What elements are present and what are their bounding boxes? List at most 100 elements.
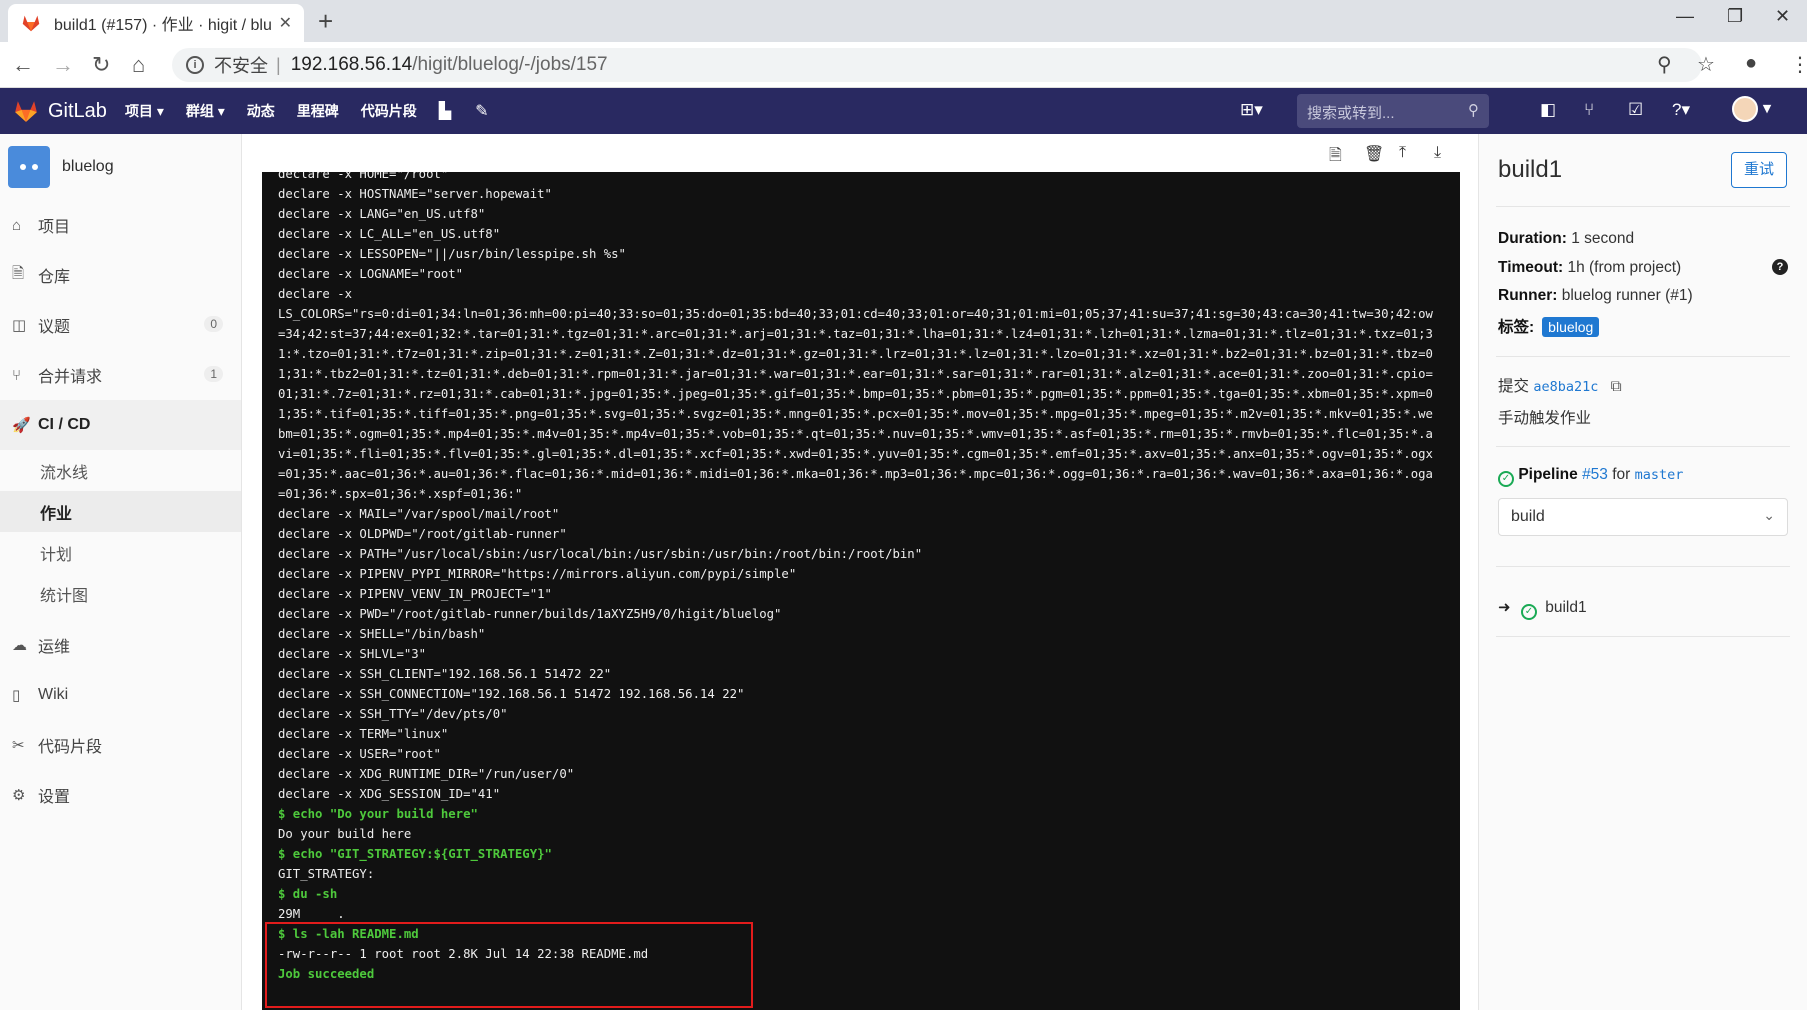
sidebar-item-settings[interactable]: ⚙ 设置 <box>0 770 241 820</box>
url-separator: | <box>276 54 281 75</box>
user-avatar[interactable]: ▾ <box>1732 96 1771 122</box>
log-line: declare -x SHELL="/bin/bash" <box>278 627 486 641</box>
job-list-item[interactable]: ➜ ✓ build1 <box>1498 598 1587 620</box>
log-line: $ echo "Do your build here" <box>278 807 478 821</box>
global-search-input[interactable]: 搜索或转到... ⚲ <box>1297 94 1489 128</box>
forward-icon[interactable]: → <box>52 52 74 78</box>
log-line: =01;36:*.spx=01;36:*.xspf=01;36:" <box>278 487 523 501</box>
bookmark-star-icon[interactable]: ☆ <box>1697 52 1715 77</box>
chart-icon[interactable]: ▙ <box>439 101 451 121</box>
commit-sha-link[interactable]: ae8ba21c <box>1533 379 1598 395</box>
nav-groups[interactable]: 群组 ▾ <box>186 101 225 121</box>
timeout-help-icon[interactable]: ? <box>1772 259 1788 275</box>
new-tab-icon[interactable]: + <box>318 6 333 37</box>
profile-icon[interactable]: ● <box>1745 52 1757 75</box>
raw-log-icon[interactable]: 🗎 <box>1329 144 1342 171</box>
runner-value: bluelog runner (#1) <box>1561 287 1693 304</box>
zoom-icon[interactable]: ⚲ <box>1657 52 1672 77</box>
sidebar-sub-charts[interactable]: 统计图 <box>0 573 241 614</box>
erase-log-icon[interactable]: 🗑 <box>1364 144 1384 164</box>
timeout-value: 1h (from project) <box>1567 259 1682 276</box>
search-icon: ⚲ <box>1468 102 1479 119</box>
log-line: $ echo "GIT_STRATEGY:${GIT_STRATEGY}" <box>278 847 552 861</box>
log-line: declare -x PWD="/root/gitlab-runner/buil… <box>278 607 782 621</box>
job-log-output: declare -x HOME="/root" declare -x HOSTNA… <box>262 172 1460 1010</box>
log-line: GIT_STRATEGY: <box>278 867 375 881</box>
project-name: bluelog <box>62 158 114 175</box>
log-line: declare -x LANG="en_US.utf8" <box>278 207 486 221</box>
stage-dropdown[interactable]: build ⌄ <box>1498 498 1788 536</box>
sidebar-item-project[interactable]: ⌂ 项目 <box>0 200 241 250</box>
commit-label: 提交 <box>1498 378 1530 395</box>
log-line: 29M . <box>278 907 345 921</box>
divider <box>1496 206 1790 207</box>
issues-todo-icon[interactable]: ☑ <box>1628 100 1643 120</box>
url-path: /higit/bluelog/-/jobs/157 <box>412 54 608 75</box>
merge-requests-icon[interactable]: ⑂ <box>1584 100 1594 120</box>
scroll-top-icon[interactable]: ⤒ <box>1399 144 1406 162</box>
branch-link[interactable]: master <box>1635 467 1684 483</box>
cloud-icon: ☁ <box>12 637 27 654</box>
retry-button[interactable]: 重试 <box>1731 152 1787 188</box>
pipeline-label: Pipeline <box>1518 466 1578 483</box>
gitlab-brand: GitLab <box>48 99 107 122</box>
log-line: =01;35:*.aac=01;36:*.au=01;36:*.flac=01;… <box>278 467 1433 481</box>
log-line: declare -x SSH_TTY="/dev/pts/0" <box>278 707 508 721</box>
duration-label: Duration: <box>1498 230 1567 247</box>
log-line: declare -x LC_ALL="en_US.utf8" <box>278 227 501 241</box>
maximize-icon[interactable]: ❐ <box>1727 6 1743 27</box>
todos-icon[interactable]: ◧ <box>1540 100 1556 120</box>
scissors-icon: ✂ <box>12 737 25 754</box>
url-input[interactable]: i 不安全 | 192.168.56.14 /higit/bluelog/-/j… <box>172 48 1702 82</box>
sidebar-sub-schedules[interactable]: 计划 <box>0 532 241 573</box>
log-line: declare -x MAIL="/var/spool/mail/root" <box>278 507 560 521</box>
log-line: declare -x LESSOPEN="||/usr/bin/lesspipe… <box>278 247 626 261</box>
site-info-icon[interactable]: i <box>186 56 204 74</box>
success-status-icon: ✓ <box>1520 604 1537 620</box>
nav-milestones[interactable]: 里程碑 <box>297 101 339 121</box>
gitlab-home-link[interactable]: GitLab <box>12 98 107 124</box>
rocket-icon: 🚀 <box>12 417 31 434</box>
wrench-icon[interactable]: ✎ <box>475 101 488 121</box>
gear-icon: ⚙ <box>12 787 26 804</box>
scroll-bottom-icon[interactable]: ⤓ <box>1434 144 1441 162</box>
sidebar-item-snippets[interactable]: ✂ 代码片段 <box>0 720 241 770</box>
close-tab-icon[interactable]: ✕ <box>279 13 292 33</box>
divider <box>1496 636 1790 637</box>
browser-menu-icon[interactable]: ⋮ <box>1790 52 1807 77</box>
back-icon[interactable]: ← <box>12 52 34 78</box>
sidebar-item-issues[interactable]: ◫ 议题 0 <box>0 300 241 350</box>
copy-icon[interactable]: ⧉ <box>1611 378 1622 395</box>
browser-tab[interactable]: build1 (#157) · 作业 · higit / blu ✕ <box>8 4 304 42</box>
sidebar-item-label: 代码片段 <box>38 739 103 756</box>
log-line: Do your build here <box>278 827 412 841</box>
log-line: 1:*.tzo=01;31:*.t7z=01;31:*.zip=01;31:*.… <box>278 347 1433 361</box>
help-icon[interactable]: ?▾ <box>1672 100 1690 120</box>
minimize-icon[interactable]: — <box>1676 6 1694 27</box>
sidebar-item-merge-requests[interactable]: ⑂ 合并请求 1 <box>0 350 241 400</box>
new-dropdown-icon[interactable]: ⊞▾ <box>1240 100 1263 120</box>
sidebar-sub-jobs[interactable]: 作业 <box>0 491 241 532</box>
sidebar-item-repository[interactable]: 🗎 仓库 <box>0 250 241 300</box>
pipeline-link[interactable]: #53 <box>1582 466 1608 483</box>
nav-projects[interactable]: 项目 ▾ <box>125 101 164 121</box>
log-line: declare -x OLDPWD="/root/gitlab-runner" <box>278 527 567 541</box>
nav-snippets[interactable]: 代码片段 <box>361 101 417 121</box>
sidebar-project-header[interactable]: bluelog <box>0 134 241 200</box>
reload-icon[interactable]: ↻ <box>92 52 110 78</box>
close-window-icon[interactable]: ✕ <box>1775 6 1790 27</box>
sidebar-item-label: 项目 <box>38 219 71 236</box>
home-icon[interactable]: ⌂ <box>132 52 145 78</box>
commit-row: 提交 ae8ba21c ⧉ <box>1498 374 1622 396</box>
sidebar-sub-pipelines[interactable]: 流水线 <box>0 450 241 491</box>
log-line: declare -x HOME="/root" <box>278 172 449 181</box>
log-line: 1;35:*.tif=01;35:*.tiff=01;35:*.png=01;3… <box>278 407 1433 421</box>
arrow-right-icon: ➜ <box>1498 599 1511 616</box>
sidebar-item-wiki[interactable]: ▯ Wiki <box>0 670 241 720</box>
nav-activity[interactable]: 动态 <box>247 101 275 121</box>
sidebar-item-operations[interactable]: ☁ 运维 <box>0 620 241 670</box>
sidebar-item-cicd[interactable]: 🚀 CI / CD <box>0 400 241 450</box>
log-line: declare -x LOGNAME="root" <box>278 267 464 281</box>
sidebar-item-label: Wiki <box>38 686 69 703</box>
job-log-panel: 🗎 🗑 ⤒ ⤓ declare -x HOME="/root" declare -… <box>262 134 1460 1010</box>
